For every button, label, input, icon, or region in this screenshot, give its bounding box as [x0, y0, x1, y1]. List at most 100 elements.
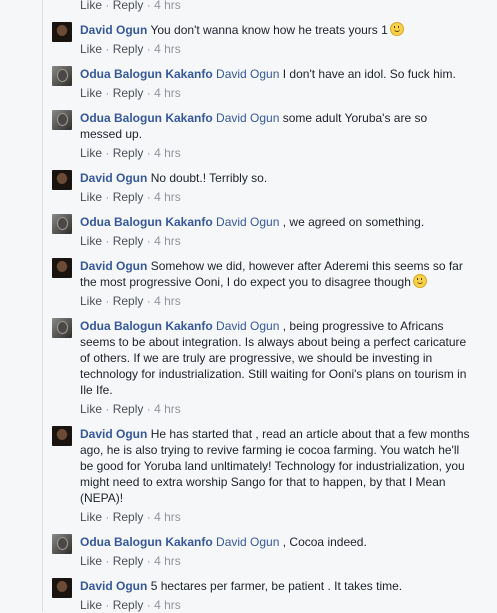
separator-dot: · [146, 0, 151, 12]
separator-dot: · [105, 294, 110, 308]
comment-author[interactable]: Odua Balogun Kakanfo [80, 111, 213, 125]
like-link[interactable]: Like [80, 190, 102, 204]
smiley-emoji-icon [412, 274, 427, 288]
odua-avatar[interactable] [52, 534, 72, 554]
david-avatar[interactable] [52, 426, 72, 446]
like-link[interactable]: Like [80, 554, 102, 568]
comment-author[interactable]: David Ogun [80, 259, 147, 273]
smiley-emoji-icon [389, 22, 404, 36]
david-avatar[interactable] [52, 170, 72, 190]
comment-actions: Like · Reply · 4 hrs [80, 234, 181, 249]
comment-timestamp[interactable]: 4 hrs [154, 42, 181, 56]
comment-actions: Like · Reply · 4 hrs [80, 402, 181, 417]
david-avatar[interactable] [52, 578, 72, 598]
comment-body: Odua Balogun Kakanfo David Ogun , being … [80, 318, 472, 398]
comment-body: David Ogun He has started that , read an… [80, 426, 472, 506]
comment-mention[interactable]: David Ogun [216, 215, 279, 229]
comment-body: David Ogun No doubt.! Terribly so. [80, 170, 472, 186]
like-link[interactable]: Like [80, 42, 102, 56]
david-avatar[interactable] [52, 22, 72, 42]
odua-avatar[interactable] [52, 318, 72, 338]
reply-link[interactable]: Reply [113, 598, 144, 612]
like-link[interactable]: Like [80, 510, 102, 524]
comment-body: Odua Balogun Kakanfo David Ogun I don't … [80, 66, 472, 82]
comment-author[interactable]: Odua Balogun Kakanfo [80, 319, 213, 333]
like-link[interactable]: Like [80, 86, 102, 100]
comment-actions-previous: Like · Reply · 4 hrs [80, 0, 181, 13]
comment-timestamp[interactable]: 4 hrs [154, 86, 181, 100]
comment-timestamp[interactable]: 4 hrs [154, 234, 181, 248]
like-link[interactable]: Like [80, 402, 102, 416]
comment-timestamp[interactable]: 4 hrs [154, 598, 181, 612]
comment-body: David Ogun Somehow we did, however after… [80, 258, 472, 290]
like-link[interactable]: Like [80, 294, 102, 308]
comment-actions: Like · Reply · 4 hrs [80, 86, 181, 101]
comment-mention[interactable]: David Ogun [216, 319, 279, 333]
like-link[interactable]: Like [80, 0, 102, 12]
comment-text: 5 hectares per farmer, be patient . It t… [150, 579, 403, 593]
comment-text: No doubt.! Terribly so. [150, 171, 268, 185]
separator-dot: · [105, 510, 110, 524]
comment-text: I don't have an idol. So fuck him. [282, 67, 456, 81]
comment-author[interactable]: David Ogun [80, 171, 147, 185]
comment-timestamp[interactable]: 4 hrs [154, 190, 181, 204]
comment-body: David Ogun You don't wanna know how he t… [80, 22, 472, 38]
comment-author[interactable]: Odua Balogun Kakanfo [80, 215, 213, 229]
like-link[interactable]: Like [80, 146, 102, 160]
separator-dot: · [146, 42, 151, 56]
reply-link[interactable]: Reply [113, 42, 144, 56]
separator-dot: · [105, 234, 110, 248]
comment-body: Odua Balogun Kakanfo David Ogun , Cocoa … [80, 534, 472, 550]
odua-avatar[interactable] [52, 110, 72, 130]
separator-dot: · [105, 42, 110, 56]
separator-dot: · [105, 402, 110, 416]
comment-body: Odua Balogun Kakanfo David Ogun some adu… [80, 110, 472, 142]
reply-link[interactable]: Reply [113, 234, 144, 248]
david-avatar[interactable] [52, 258, 72, 278]
reply-link[interactable]: Reply [113, 294, 144, 308]
comment-timestamp[interactable]: 4 hrs [154, 294, 181, 308]
comment-timestamp[interactable]: 4 hrs [154, 554, 181, 568]
comment-mention[interactable]: David Ogun [216, 67, 279, 81]
comment-timestamp[interactable]: 4 hrs [154, 402, 181, 416]
comment-text: You don't wanna know how he treats yours… [150, 23, 388, 37]
comment-author[interactable]: David Ogun [80, 427, 147, 441]
reply-link[interactable]: Reply [113, 0, 144, 12]
separator-dot: · [105, 598, 110, 612]
reply-link[interactable]: Reply [113, 190, 144, 204]
comment-actions: Like · Reply · 4 hrs [80, 598, 181, 613]
reply-link[interactable]: Reply [113, 510, 144, 524]
comment-body: David Ogun 5 hectares per farmer, be pat… [80, 578, 472, 594]
like-link[interactable]: Like [80, 598, 102, 612]
comment-timestamp[interactable]: 4 hrs [154, 510, 181, 524]
comment-body: Odua Balogun Kakanfo David Ogun , we agr… [80, 214, 472, 230]
comment-actions: Like · Reply · 4 hrs [80, 190, 181, 205]
odua-avatar[interactable] [52, 66, 72, 86]
separator-dot: · [105, 146, 110, 160]
reply-link[interactable]: Reply [113, 146, 144, 160]
comment-mention[interactable]: David Ogun [216, 111, 279, 125]
separator-dot: · [105, 0, 110, 12]
comment-author[interactable]: David Ogun [80, 579, 147, 593]
like-link[interactable]: Like [80, 234, 102, 248]
comment-timestamp[interactable]: 4 hrs [154, 0, 181, 12]
comment-author[interactable]: Odua Balogun Kakanfo [80, 535, 213, 549]
reply-link[interactable]: Reply [113, 402, 144, 416]
separator-dot: · [146, 598, 151, 612]
separator-dot: · [146, 554, 151, 568]
separator-dot: · [105, 86, 110, 100]
separator-dot: · [146, 86, 151, 100]
separator-dot: · [146, 146, 151, 160]
comment-author[interactable]: Odua Balogun Kakanfo [80, 67, 213, 81]
comment-author[interactable]: David Ogun [80, 23, 147, 37]
comment-timestamp[interactable]: 4 hrs [154, 146, 181, 160]
odua-avatar[interactable] [52, 214, 72, 234]
comment-actions: Like · Reply · 4 hrs [80, 42, 181, 57]
reply-link[interactable]: Reply [113, 554, 144, 568]
comment-actions: Like · Reply · 4 hrs [80, 294, 181, 309]
comment-mention[interactable]: David Ogun [216, 535, 279, 549]
reply-link[interactable]: Reply [113, 86, 144, 100]
comment-text: , Cocoa indeed. [282, 535, 367, 549]
comment-actions: Like · Reply · 4 hrs [80, 554, 181, 569]
comment-text: , we agreed on something. [282, 215, 425, 229]
